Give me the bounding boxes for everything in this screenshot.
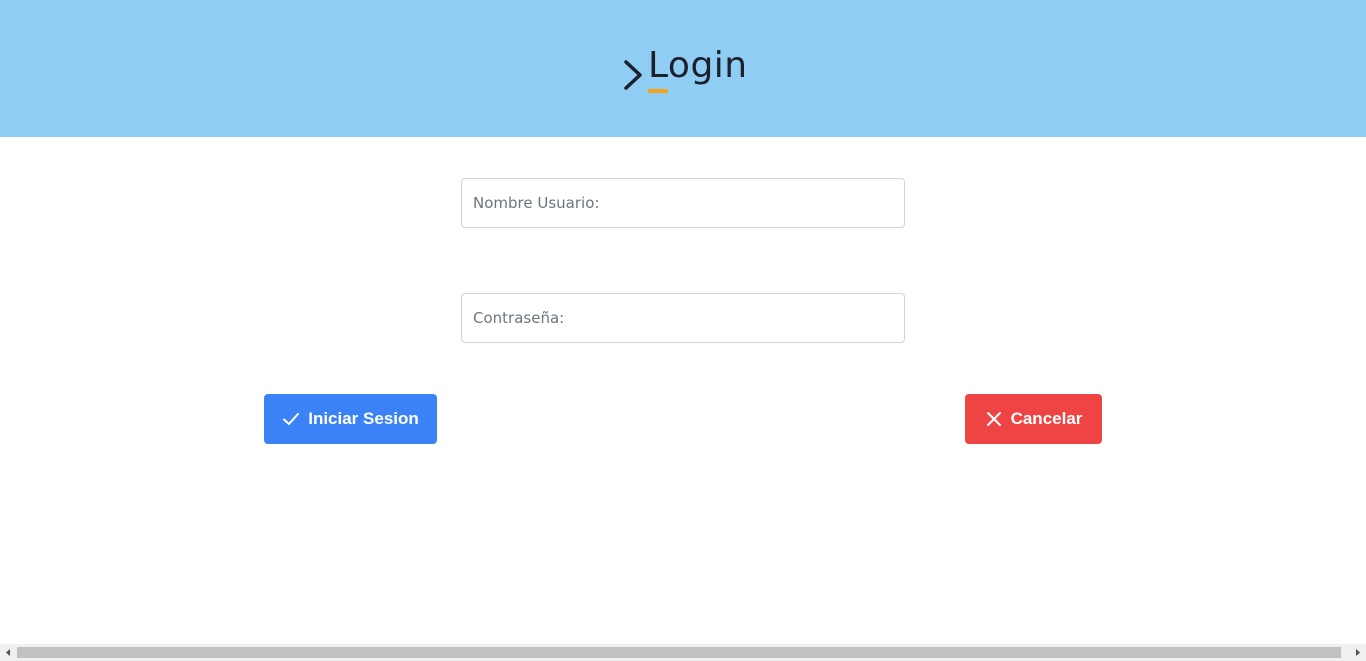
cancel-button-label: Cancelar [1010,409,1083,428]
password-input[interactable] [461,293,905,343]
chevron-right-icon [624,60,642,90]
scroll-right-arrow-icon[interactable] [1349,644,1366,661]
cancel-button[interactable]: Cancelar [965,394,1102,444]
page-title: Login [648,45,748,86]
horizontal-scrollbar[interactable] [0,644,1366,661]
check-icon [283,413,300,425]
scrollbar-thumb[interactable] [17,647,1341,658]
cursor-underline [648,89,668,93]
page-header: Login [0,0,1366,137]
login-button-label: Iniciar Sesion [308,409,419,428]
scroll-left-arrow-icon[interactable] [0,644,17,661]
username-input[interactable] [461,178,905,228]
close-icon [986,412,1001,426]
login-button[interactable]: Iniciar Sesion [264,394,437,444]
